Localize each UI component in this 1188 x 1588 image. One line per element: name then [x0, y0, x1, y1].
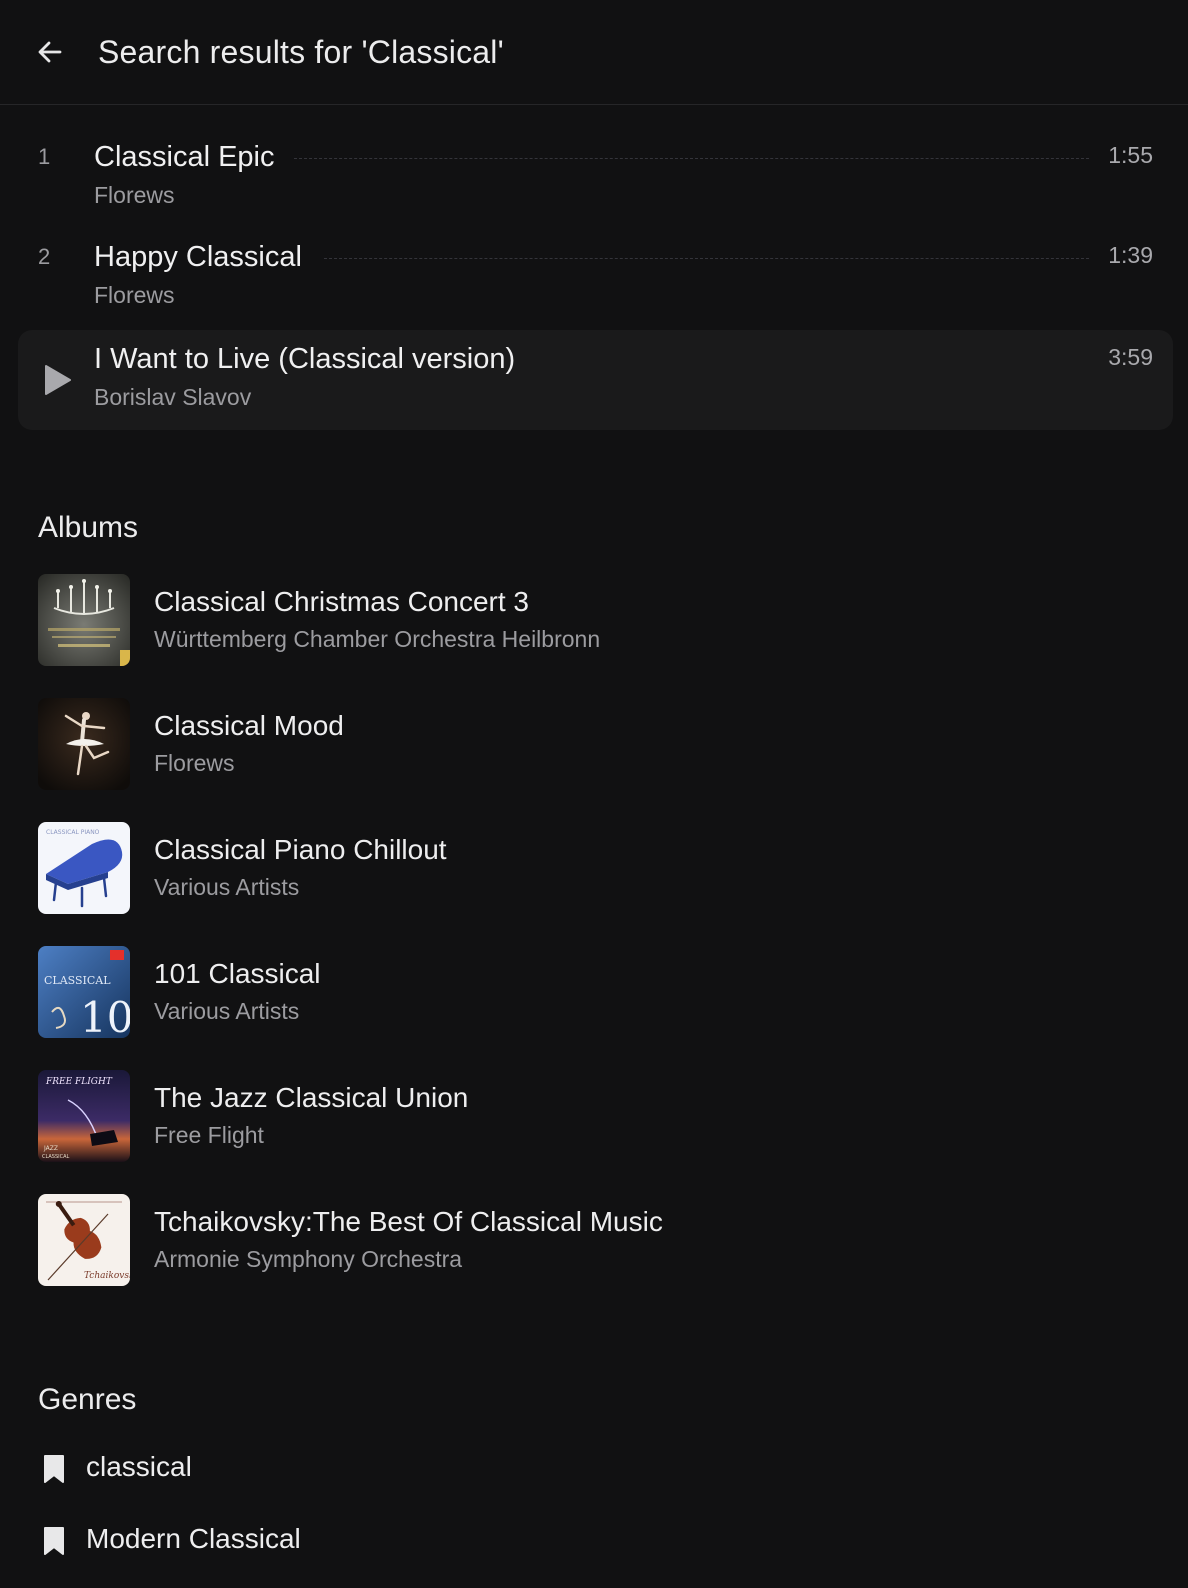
song-duration: 1:39	[1108, 242, 1153, 268]
track-number: 2	[38, 244, 51, 269]
grand-piano-cover: CLASSICAL PIANO	[38, 822, 130, 914]
album-title: The Jazz Classical Union	[154, 1082, 469, 1113]
genre-item[interactable]: Modern Classical	[38, 1516, 638, 1564]
album-artist[interactable]: Armonie Symphony Orchestra	[154, 1244, 462, 1274]
svg-text:CLASSICAL: CLASSICAL	[42, 1154, 70, 1160]
song-title: Classical Epic	[94, 141, 275, 173]
genre-item[interactable]: classical	[38, 1444, 638, 1492]
song-row[interactable]: I Want to Live (Classical version) 3:59 …	[18, 330, 1173, 430]
genre-label: classical	[86, 1451, 192, 1482]
album-item[interactable]: Classical Mood Florews	[38, 698, 1138, 790]
song-row[interactable]: 2 Happy Classical 1:39 Florews	[18, 222, 1173, 322]
ballerina-cover	[38, 698, 130, 790]
album-artist[interactable]: Free Flight	[154, 1120, 264, 1150]
album-artist[interactable]: Various Artists	[154, 996, 299, 1026]
song-duration: 1:55	[1108, 142, 1153, 168]
song-artist[interactable]: Borislav Slavov	[94, 382, 251, 412]
arrow-left-icon	[38, 41, 62, 63]
album-item[interactable]: Classical Christmas Concert 3 Württember…	[38, 574, 1138, 666]
genre-label: Modern Classical	[86, 1523, 301, 1554]
back-button[interactable]	[30, 32, 70, 72]
bookmark-icon	[44, 1527, 64, 1555]
song-row[interactable]: 1 Classical Epic 1:55 Florews	[18, 122, 1173, 222]
page-title: Search results for 'Classical'	[98, 34, 504, 70]
classical-101-cover: CLASSICAL 101	[38, 946, 130, 1038]
leader-dots	[294, 158, 1089, 159]
album-item[interactable]: FREE FLIGHT JAZZ CLASSICAL The Jazz Clas…	[38, 1070, 1138, 1162]
albums-heading: Albums	[38, 511, 139, 544]
album-title: 101 Classical	[154, 958, 321, 989]
album-title: Classical Mood	[154, 710, 344, 741]
song-title: I Want to Live (Classical version)	[94, 343, 516, 375]
chandelier-cover	[38, 574, 130, 666]
song-title: Happy Classical	[94, 241, 302, 273]
album-item[interactable]: CLASSICAL PIANO Classical Piano Chillout…	[38, 822, 1138, 914]
album-artist[interactable]: Florews	[154, 748, 235, 778]
song-artist[interactable]: Florews	[94, 280, 175, 310]
header-bar: Search results for 'Classical'	[0, 0, 1188, 105]
genres-heading: Genres	[38, 1383, 137, 1416]
album-artist[interactable]: Württemberg Chamber Orchestra Heilbronn	[154, 624, 600, 654]
svg-text:Tchaikovsky: Tchaikovsky	[84, 1271, 130, 1281]
album-title: Classical Christmas Concert 3	[154, 586, 529, 617]
night-sky-cover: FREE FLIGHT JAZZ CLASSICAL	[38, 1070, 130, 1162]
play-icon[interactable]	[44, 364, 72, 396]
album-title: Tchaikovsky:The Best Of Classical Music	[154, 1206, 663, 1237]
album-item[interactable]: Tchaikovsky Tchaikovsky:The Best Of Clas…	[38, 1194, 1138, 1286]
svg-text:CLASSICAL PIANO: CLASSICAL PIANO	[46, 829, 100, 836]
svg-text:JAZZ: JAZZ	[43, 1145, 58, 1152]
song-duration: 3:59	[1108, 344, 1153, 370]
svg-text:101: 101	[80, 993, 130, 1038]
album-title: Classical Piano Chillout	[154, 834, 447, 865]
svg-text:FREE FLIGHT: FREE FLIGHT	[45, 1077, 113, 1087]
track-number: 1	[38, 144, 51, 169]
song-artist[interactable]: Florews	[94, 180, 175, 210]
album-item[interactable]: CLASSICAL 101 101 Classical Various Arti…	[38, 946, 1138, 1038]
violin-cover: Tchaikovsky	[38, 1194, 130, 1286]
album-artist[interactable]: Various Artists	[154, 872, 299, 902]
leader-dots	[324, 258, 1089, 259]
svg-text:CLASSICAL: CLASSICAL	[44, 974, 111, 987]
bookmark-icon	[44, 1455, 64, 1483]
